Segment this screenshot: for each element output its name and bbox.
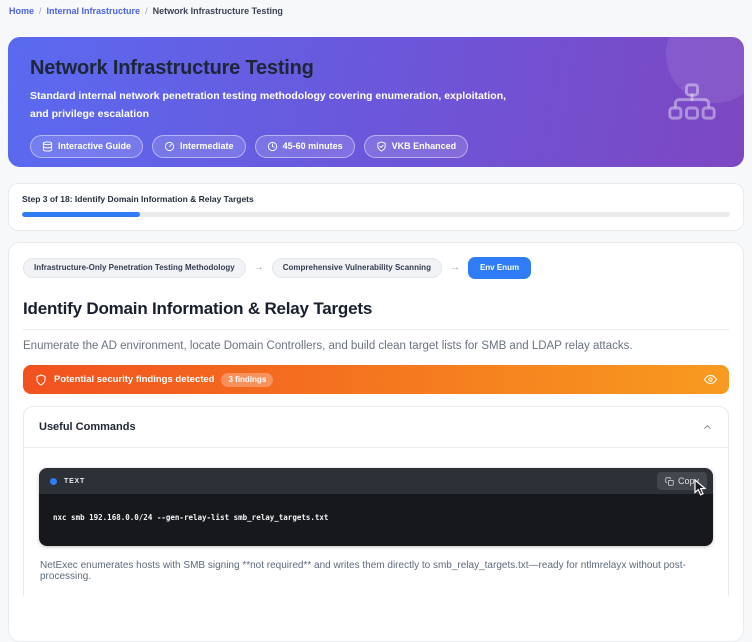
chevron-up-icon[interactable] bbox=[702, 422, 713, 433]
breadcrumb-current: Network Infrastructure Testing bbox=[153, 6, 283, 16]
clock-icon bbox=[267, 141, 278, 152]
step-content-card: Infrastructure-Only Penetration Testing … bbox=[8, 242, 744, 642]
badge-label: Interactive Guide bbox=[58, 142, 131, 151]
useful-commands-title: Useful Commands bbox=[39, 421, 136, 433]
interactive-guide-badge: Interactive Guide bbox=[30, 135, 143, 158]
command-text: nxc smb 192.168.0.0/24 --gen-relay-list … bbox=[53, 513, 699, 522]
page-subtitle: Standard internal network penetration te… bbox=[30, 88, 522, 124]
difficulty-badge: Intermediate bbox=[152, 135, 246, 158]
useful-commands-header[interactable]: Useful Commands bbox=[24, 407, 728, 448]
step-title: Identify Domain Information & Relay Targ… bbox=[23, 299, 729, 330]
badge-label: 45-60 minutes bbox=[283, 142, 343, 151]
step-description: Enumerate the AD environment, locate Dom… bbox=[23, 340, 729, 352]
clipboard-icon bbox=[665, 477, 674, 486]
copy-button-label: Copy bbox=[678, 476, 699, 486]
progress-label: Step 3 of 18: Identify Domain Informatio… bbox=[22, 194, 730, 204]
code-language-label: TEXT bbox=[64, 478, 85, 485]
path-pill-vulnerability-scanning[interactable]: Comprehensive Vulnerability Scanning bbox=[272, 258, 442, 278]
breadcrumb: Home / Internal Infrastructure / Network… bbox=[0, 0, 752, 16]
path-pill-methodology[interactable]: Infrastructure-Only Penetration Testing … bbox=[23, 258, 246, 278]
findings-count-badge: 3 findings bbox=[221, 373, 273, 387]
path-arrow-icon: → bbox=[254, 263, 264, 273]
code-block-header: TEXT Copy bbox=[39, 468, 713, 494]
alert-message: Potential security findings detected bbox=[54, 374, 214, 385]
database-icon bbox=[42, 141, 53, 152]
breadcrumb-internal-infrastructure-link[interactable]: Internal Infrastructure bbox=[47, 6, 141, 16]
hero-banner: Network Infrastructure Testing Standard … bbox=[8, 37, 744, 167]
eye-icon[interactable] bbox=[704, 373, 717, 386]
path-pill-env-enum-active[interactable]: Env Enum bbox=[468, 257, 531, 279]
progress-fill bbox=[22, 212, 140, 217]
progress-card: Step 3 of 18: Identify Domain Informatio… bbox=[8, 183, 744, 231]
badge-label: Intermediate bbox=[180, 142, 234, 151]
security-findings-alert: Potential security findings detected 3 f… bbox=[23, 365, 729, 394]
duration-badge: 45-60 minutes bbox=[255, 135, 355, 158]
sitemap-icon bbox=[668, 83, 716, 125]
code-block-body[interactable]: nxc smb 192.168.0.0/24 --gen-relay-list … bbox=[39, 494, 713, 546]
path-arrow-icon: → bbox=[450, 263, 460, 273]
breadcrumb-home-link[interactable]: Home bbox=[9, 6, 34, 16]
gauge-icon bbox=[164, 141, 175, 152]
code-block: TEXT Copy nxc smb 192.168.0.0/24 --gen-r… bbox=[39, 468, 713, 546]
vkb-enhanced-badge: VKB Enhanced bbox=[364, 135, 469, 158]
breadcrumb-separator: / bbox=[145, 6, 148, 16]
breadcrumb-separator: / bbox=[39, 6, 42, 16]
useful-commands-body: TEXT Copy nxc smb 192.168.0.0/24 --gen-r… bbox=[24, 448, 728, 596]
methodology-path-nav: Infrastructure-Only Penetration Testing … bbox=[23, 257, 731, 279]
copy-button[interactable]: Copy bbox=[657, 472, 707, 490]
progress-track bbox=[22, 212, 730, 217]
badge-label: VKB Enhanced bbox=[392, 142, 457, 151]
useful-commands-card: Useful Commands TEXT Copy n bbox=[23, 406, 729, 596]
page-title: Network Infrastructure Testing bbox=[30, 57, 722, 80]
command-note: NetExec enumerates hosts with SMB signin… bbox=[39, 560, 713, 582]
language-dot-icon bbox=[50, 478, 57, 485]
shield-check-icon bbox=[376, 141, 387, 152]
shield-icon bbox=[35, 374, 47, 386]
hero-badges: Interactive Guide Intermediate 45-60 min… bbox=[30, 135, 722, 158]
